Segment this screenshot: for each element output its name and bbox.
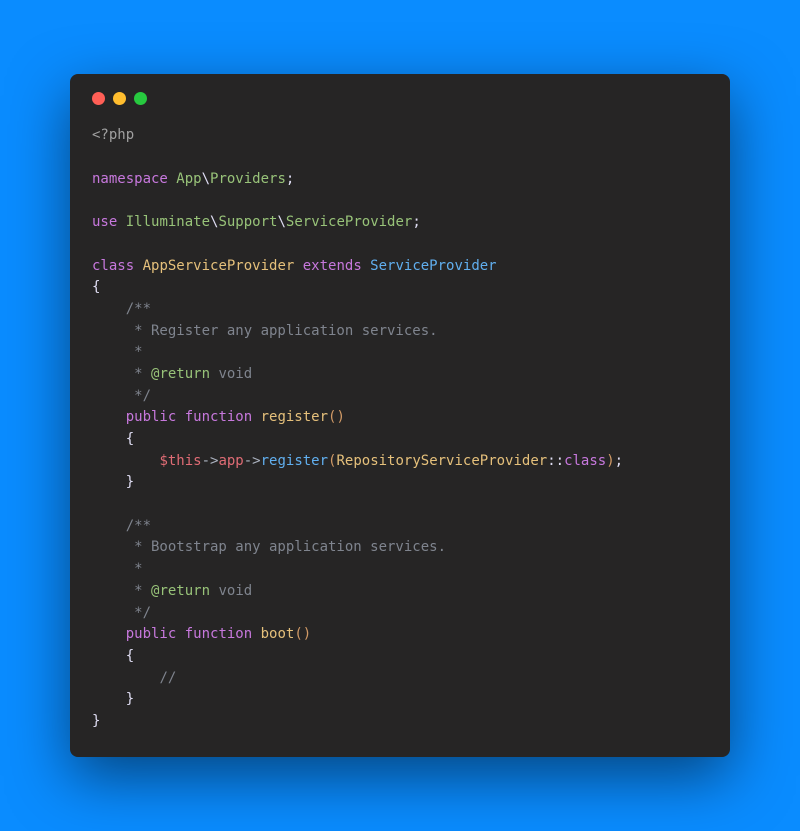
code-token: AppServiceProvider xyxy=(134,258,294,274)
code-token: () xyxy=(294,626,311,642)
code-token: } xyxy=(92,713,100,729)
minimize-icon[interactable] xyxy=(113,92,126,105)
code-token xyxy=(92,670,159,686)
code-token: * xyxy=(92,344,143,360)
code-token: void xyxy=(210,366,252,382)
code-token xyxy=(92,409,126,425)
code-token: { xyxy=(92,279,100,295)
code-block: <?php namespace App\Providers; use Illum… xyxy=(92,125,708,732)
code-token: :: xyxy=(547,453,564,469)
code-token: * xyxy=(92,561,143,577)
code-token: -> xyxy=(202,453,219,469)
code-token: -> xyxy=(244,453,261,469)
code-token: /** xyxy=(92,301,151,317)
code-token: class xyxy=(92,258,134,274)
code-token: public xyxy=(126,626,177,642)
code-token: $this xyxy=(159,453,201,469)
code-token: */ xyxy=(92,388,151,404)
code-token: ; xyxy=(615,453,623,469)
code-token: class xyxy=(564,453,606,469)
code-token: ServiceProvider xyxy=(362,258,497,274)
code-token: * Register any application services. xyxy=(92,323,438,339)
code-token: */ xyxy=(92,605,151,621)
code-token: App xyxy=(168,171,202,187)
code-token: /** xyxy=(92,518,151,534)
code-token: // xyxy=(159,670,176,686)
code-token: app xyxy=(218,453,243,469)
close-icon[interactable] xyxy=(92,92,105,105)
code-window: <?php namespace App\Providers; use Illum… xyxy=(70,74,730,756)
code-token: * xyxy=(92,583,151,599)
code-token: function xyxy=(176,409,252,425)
code-token: register xyxy=(261,453,328,469)
code-token: public xyxy=(126,409,177,425)
code-token: Support xyxy=(218,214,277,230)
code-token: ) xyxy=(606,453,614,469)
code-token: ServiceProvider xyxy=(286,214,412,230)
code-token: @return xyxy=(151,583,210,599)
code-token: } xyxy=(92,691,134,707)
code-token: namespace xyxy=(92,171,168,187)
code-token: * Bootstrap any application services. xyxy=(92,539,446,555)
code-token: \ xyxy=(277,214,285,230)
code-token: <?php xyxy=(92,127,134,143)
code-token xyxy=(92,453,159,469)
code-token: register xyxy=(252,409,328,425)
code-token: \ xyxy=(202,171,210,187)
code-token: Illuminate xyxy=(117,214,210,230)
code-token: extends xyxy=(294,258,361,274)
code-token: { xyxy=(92,648,134,664)
code-token: { xyxy=(92,431,134,447)
code-token: } xyxy=(92,474,134,490)
code-token: void xyxy=(210,583,252,599)
code-token: ; xyxy=(286,171,294,187)
code-token: use xyxy=(92,214,117,230)
code-token xyxy=(92,626,126,642)
code-token: Providers xyxy=(210,171,286,187)
maximize-icon[interactable] xyxy=(134,92,147,105)
code-token: function xyxy=(176,626,252,642)
code-token: boot xyxy=(252,626,294,642)
code-token: RepositoryServiceProvider xyxy=(336,453,547,469)
window-titlebar xyxy=(92,92,708,105)
code-token: @return xyxy=(151,366,210,382)
code-token: * xyxy=(92,366,151,382)
code-token: ; xyxy=(412,214,420,230)
code-token: () xyxy=(328,409,345,425)
